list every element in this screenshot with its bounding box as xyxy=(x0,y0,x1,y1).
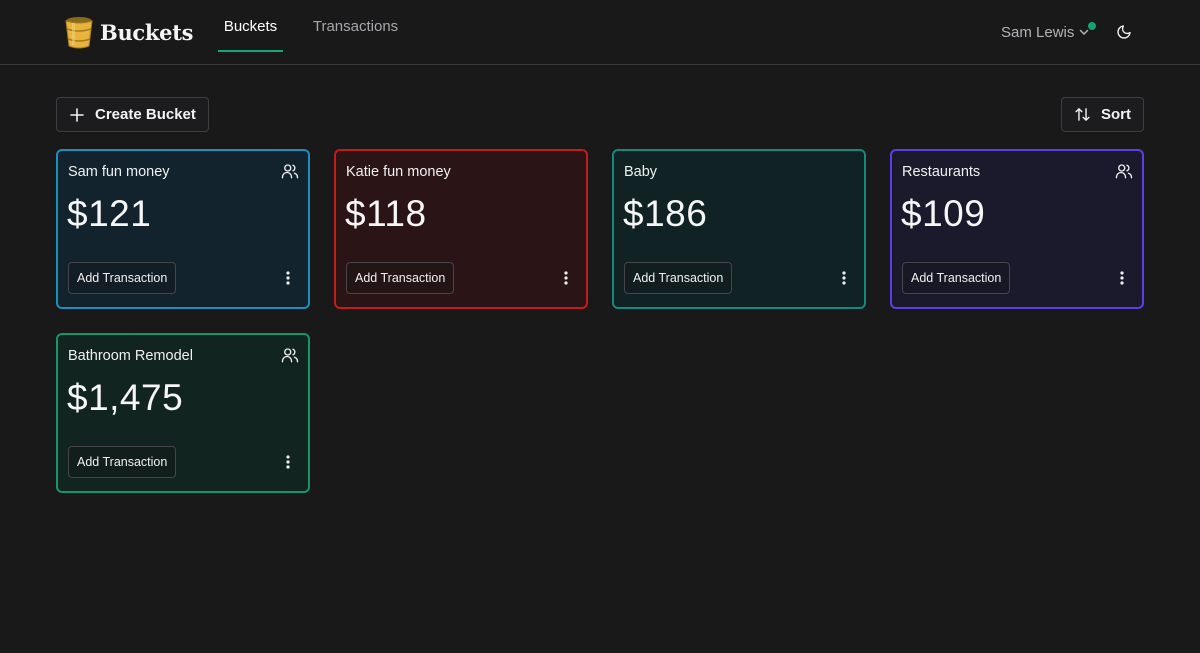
more-vertical-icon xyxy=(564,271,568,285)
more-options-button[interactable] xyxy=(837,268,851,288)
bucket-name: Katie fun money xyxy=(346,164,451,180)
bucket-card[interactable]: Bathroom Remodel $1,475 Add Transaction xyxy=(56,333,310,493)
theme-toggle-button[interactable] xyxy=(1112,20,1136,44)
top-navigation-bar: Buckets Buckets Transactions Sam Lewis xyxy=(0,0,1200,65)
bucket-balance: $118 xyxy=(345,193,427,234)
more-vertical-icon xyxy=(286,271,290,285)
bucket-card[interactable]: Restaurants $109 Add Transaction xyxy=(890,149,1144,309)
bucket-name: Bathroom Remodel xyxy=(68,348,193,364)
add-transaction-button[interactable]: Add Transaction xyxy=(68,262,177,294)
add-transaction-button[interactable]: Add Transaction xyxy=(68,446,177,478)
bucket-balance: $109 xyxy=(901,193,986,234)
users-icon xyxy=(281,164,299,179)
bucket-name: Baby xyxy=(624,164,658,180)
bucket-card[interactable]: Katie fun money $118 Add Transaction xyxy=(334,149,588,309)
app-logo[interactable]: Buckets xyxy=(64,14,193,50)
more-options-button[interactable] xyxy=(281,268,295,288)
sort-arrows-icon xyxy=(1075,108,1090,121)
more-vertical-icon xyxy=(1120,271,1124,285)
bucket-card[interactable]: Sam fun money $121 Add Transaction xyxy=(56,149,310,309)
add-transaction-button[interactable]: Add Transaction xyxy=(624,262,733,294)
sort-label: Sort xyxy=(1101,106,1131,123)
moon-icon xyxy=(1117,25,1131,39)
tab-transactions[interactable]: Transactions xyxy=(308,0,403,53)
users-icon xyxy=(1115,164,1133,179)
more-options-button[interactable] xyxy=(281,452,295,472)
app-name: Buckets xyxy=(100,19,194,45)
more-vertical-icon xyxy=(286,455,290,469)
bucket-balance: $121 xyxy=(67,193,152,234)
user-menu[interactable]: Sam Lewis xyxy=(1001,22,1090,42)
create-bucket-button[interactable]: Create Bucket xyxy=(56,97,209,132)
more-options-button[interactable] xyxy=(1115,268,1129,288)
user-name: Sam Lewis xyxy=(1001,23,1075,41)
bucket-card[interactable]: Baby $186 Add Transaction xyxy=(612,149,866,309)
plus-icon xyxy=(70,107,84,122)
add-transaction-button[interactable]: Add Transaction xyxy=(902,262,1011,294)
bucket-balance: $1,475 xyxy=(67,377,184,418)
create-bucket-label: Create Bucket xyxy=(95,106,196,123)
more-vertical-icon xyxy=(842,271,846,285)
bucket-balance: $186 xyxy=(623,193,708,234)
tab-buckets[interactable]: Buckets xyxy=(218,0,283,53)
bucket-name: Restaurants xyxy=(902,164,981,180)
online-status-indicator xyxy=(1088,22,1096,30)
bucket-name: Sam fun money xyxy=(68,164,170,180)
active-tab-indicator xyxy=(218,50,283,52)
sort-button[interactable]: Sort xyxy=(1061,97,1144,132)
bucket-icon xyxy=(65,17,93,49)
more-options-button[interactable] xyxy=(559,268,573,288)
users-icon xyxy=(281,348,299,363)
add-transaction-button[interactable]: Add Transaction xyxy=(346,262,455,294)
